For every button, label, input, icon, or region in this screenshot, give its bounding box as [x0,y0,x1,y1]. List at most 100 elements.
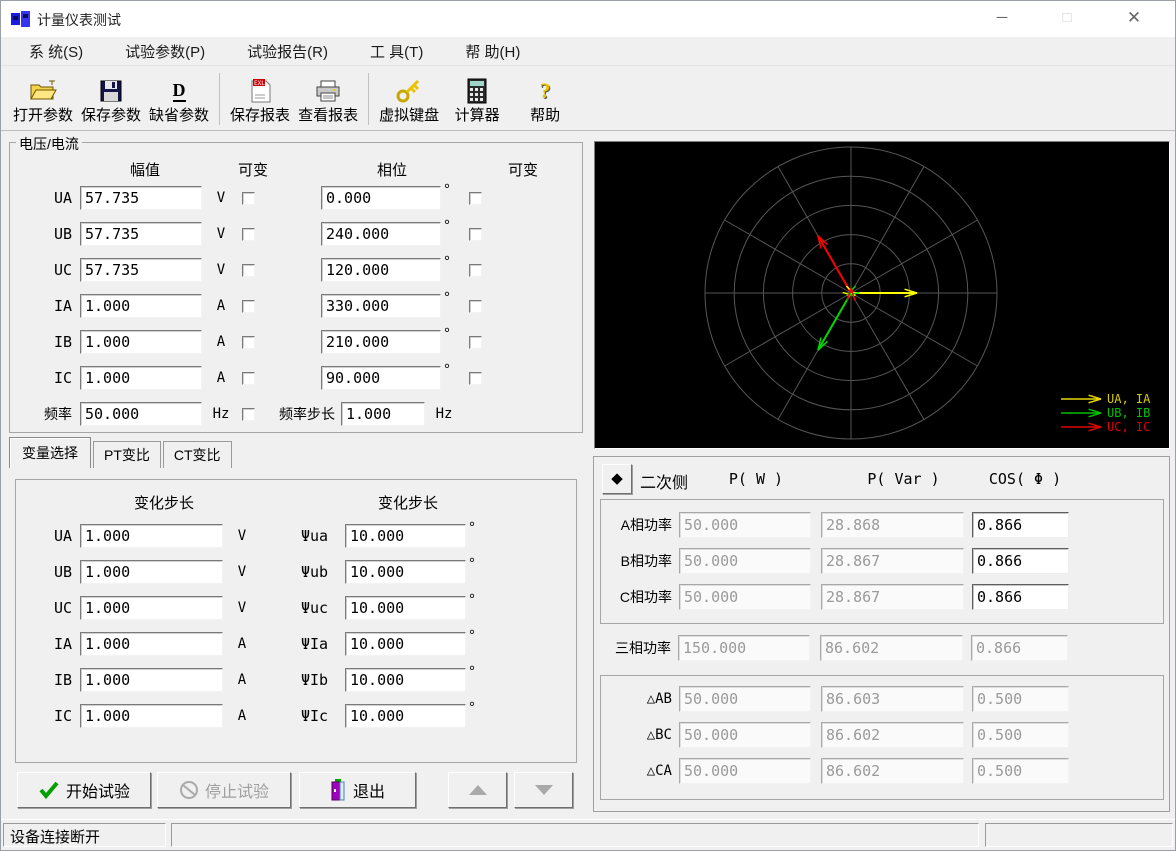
row-label: B相功率 [601,551,679,571]
phase-a-row: A相功率 [601,512,1069,538]
voltage-current-title: 电压/电流 [16,134,82,154]
degree-label: ° [444,361,456,378]
amplitude-variable-checkbox[interactable] [242,228,255,241]
p-value [679,584,811,610]
exit-button[interactable]: 退出 [299,772,416,808]
amplitude-input[interactable] [80,186,202,210]
status-pane-right [985,823,1173,847]
arrow-down-icon [535,785,553,795]
svg-text:UB, IB: UB, IB [1107,406,1150,420]
amplitude-variable-checkbox[interactable] [242,192,255,205]
step-input[interactable] [80,704,223,728]
row-label: IB [16,671,80,689]
menu-system[interactable]: 系 统(S) [15,38,97,65]
step-input[interactable] [80,668,223,692]
phase-variable-checkbox[interactable] [469,264,482,277]
phase-input[interactable] [321,222,441,246]
col-header-cos: COS( Φ ) [970,470,1080,488]
phase-variable-checkbox[interactable] [469,336,482,349]
menu-tools[interactable]: 工 具(T) [356,38,437,65]
phasor-diagram: UA, IAUB, IBUC, IC [594,141,1170,449]
step-row-uc: UC V Ψuc ° [16,596,481,620]
unit-label: Hz [210,406,232,422]
diamond-toggle-button[interactable]: ◆ [602,464,632,494]
row-label: UA [16,527,80,545]
unit-label: A [210,370,232,386]
close-button[interactable]: ✕ [1111,1,1157,35]
psi-step-input[interactable] [345,524,466,548]
amplitude-input[interactable] [80,366,202,390]
excel-report-icon: EXL [248,76,272,106]
phase-variable-checkbox[interactable] [469,300,482,313]
step-down-button[interactable] [514,772,573,808]
phase-b-row: B相功率 [601,548,1069,574]
phase-input[interactable] [321,330,441,354]
virtual-keyboard-button[interactable]: 虚拟键盘 [375,70,443,128]
amplitude-variable-checkbox[interactable] [242,300,255,313]
amplitude-input[interactable] [80,222,202,246]
degree-label: ° [469,627,481,644]
p-value [678,635,810,661]
amplitude-variable-checkbox[interactable] [242,336,255,349]
phase-variable-checkbox[interactable] [469,228,482,241]
amplitude-variable-checkbox[interactable] [242,372,255,385]
psi-step-input[interactable] [345,632,466,656]
frequency-input[interactable] [80,402,202,426]
phase-input[interactable] [321,294,441,318]
step-input[interactable] [80,560,223,584]
phase-variable-checkbox[interactable] [469,372,482,385]
calculator-button[interactable]: 计算器 [443,70,511,128]
stop-test-button[interactable]: 停止试验 [157,772,291,808]
menu-test-params[interactable]: 试验参数(P) [111,38,219,65]
voltage-current-headers: 幅值 可变 相位 可变 [10,159,582,179]
amplitude-variable-checkbox[interactable] [242,264,255,277]
open-params-button[interactable]: 打开参数 [9,70,77,128]
frequency-variable-checkbox[interactable] [242,408,255,421]
save-params-button[interactable]: 保存参数 [77,70,145,128]
psi-step-input[interactable] [345,668,466,692]
maximize-button[interactable]: □ [1044,1,1090,35]
tab-variable-select[interactable]: 变量选择 [9,437,91,468]
help-button[interactable]: ? 帮助 [511,70,579,128]
psi-step-input[interactable] [345,704,466,728]
step-input[interactable] [80,596,223,620]
tab-pt-ratio[interactable]: PT变比 [93,441,161,468]
var-value [821,758,964,784]
tab-ct-ratio[interactable]: CT变比 [163,441,232,468]
phase-input[interactable] [321,366,441,390]
phase-variable-checkbox[interactable] [469,192,482,205]
save-report-button[interactable]: EXL 保存报表 [226,70,294,128]
row-label: A相功率 [601,515,679,535]
view-report-button[interactable]: 查看报表 [294,70,362,128]
phase-input[interactable] [321,186,441,210]
unit-label: A [231,708,253,724]
minimize-button[interactable]: ─ [979,1,1025,35]
phase-input[interactable] [321,258,441,282]
cos-value [972,686,1069,712]
row-frequency: 频率 Hz 频率步长 Hz [10,402,455,426]
step-input[interactable] [80,632,223,656]
psi-label: ΨIc [301,707,341,725]
amplitude-header: 幅值 [130,159,160,180]
degree-label: ° [444,253,456,270]
status-bar: 设备连接断开 [1,819,1175,850]
psi-label: Ψuc [301,599,341,617]
psi-step-input[interactable] [345,596,466,620]
connection-status: 设备连接断开 [3,823,166,847]
row-label: UB [10,225,80,243]
default-params-button[interactable]: D 缺省参数 [145,70,213,128]
menu-help[interactable]: 帮 助(H) [451,38,534,65]
step-up-button[interactable] [448,772,507,808]
psi-step-input[interactable] [345,560,466,584]
amplitude-input[interactable] [80,294,202,318]
row-label: △BC [601,727,679,743]
amplitude-input[interactable] [80,330,202,354]
step-input[interactable] [80,524,223,548]
start-test-button[interactable]: 开始试验 [17,772,151,808]
cos-value [972,548,1069,574]
frequency-step-input[interactable] [341,402,425,426]
delta-power-group: △AB △BC △CA [600,675,1164,800]
voltage-current-groupbox: 电压/电流 幅值 可变 相位 可变 UA V ° UB V ° UC [9,142,583,433]
amplitude-input[interactable] [80,258,202,282]
menu-test-report[interactable]: 试验报告(R) [233,38,342,65]
